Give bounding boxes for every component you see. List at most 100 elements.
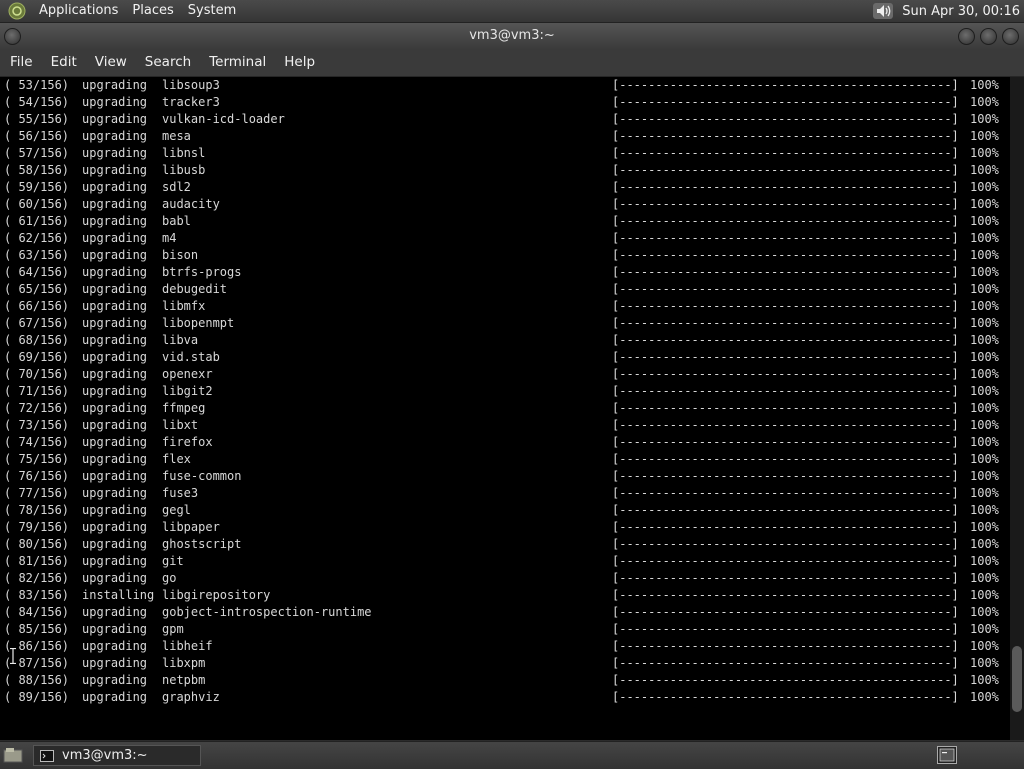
progress-count: ( 69/156)	[4, 350, 70, 364]
progress-count: ( 67/156)	[4, 316, 70, 330]
menu-terminal[interactable]: Terminal	[199, 49, 274, 76]
menu-file[interactable]: File	[0, 49, 41, 76]
progress-percent: 100%	[970, 282, 999, 296]
progress-bar-text: [---------------------------------------…	[612, 282, 959, 296]
package-name: libheif	[162, 639, 213, 653]
terminal-line: ( 56/156) upgrading mesa [-----------------…	[4, 128, 1008, 145]
close-icon[interactable]	[1002, 28, 1019, 45]
package-name: libusb	[162, 163, 206, 177]
scrollbar-thumb[interactable]	[1012, 646, 1022, 712]
package-name: libxpm	[162, 656, 206, 670]
progress-percent: 100%	[970, 656, 999, 670]
progress-bar-text: [---------------------------------------…	[612, 248, 959, 262]
progress-action: upgrading	[82, 486, 148, 500]
menu-edit[interactable]: Edit	[41, 49, 85, 76]
progress-bar-text: [---------------------------------------…	[612, 469, 959, 483]
progress-count: ( 61/156)	[4, 214, 70, 228]
progress-action: upgrading	[82, 622, 148, 636]
progress-bar-text: [---------------------------------------…	[612, 112, 959, 126]
terminal-scrollbar[interactable]	[1010, 77, 1024, 740]
progress-percent: 100%	[970, 401, 999, 415]
terminal-line: ( 59/156) upgrading sdl2 [-----------------…	[4, 179, 1008, 196]
package-name: m4	[162, 231, 177, 245]
progress-percent: 100%	[970, 690, 999, 704]
taskbar-terminal-button[interactable]: vm3@vm3:~	[33, 745, 201, 766]
terminal-line: ( 80/156) upgrading ghostscript [----------…	[4, 536, 1008, 553]
progress-action: upgrading	[82, 129, 148, 143]
progress-count: ( 57/156)	[4, 146, 70, 160]
progress-count: ( 65/156)	[4, 282, 70, 296]
progress-count: ( 56/156)	[4, 129, 70, 143]
package-name: vulkan-icd-loader	[162, 112, 285, 126]
terminal-line: ( 57/156) upgrading libnsl [---------------…	[4, 145, 1008, 162]
terminal-line: ( 83/156) installing libgirepository [-----…	[4, 587, 1008, 604]
minimize-icon[interactable]	[958, 28, 975, 45]
progress-action: upgrading	[82, 639, 148, 653]
progress-action: upgrading	[82, 214, 148, 228]
terminal-output[interactable]: ( 53/156) upgrading libsoup3 [-------------…	[0, 77, 1024, 740]
progress-bar-text: [---------------------------------------…	[612, 95, 959, 109]
terminal-line: ( 65/156) upgrading debugedit [------------…	[4, 281, 1008, 298]
package-name: git	[162, 554, 184, 568]
package-name: debugedit	[162, 282, 228, 296]
progress-bar-text: [---------------------------------------…	[612, 690, 959, 704]
package-name: mesa	[162, 129, 191, 143]
progress-count: ( 88/156)	[4, 673, 70, 687]
progress-action: upgrading	[82, 401, 148, 415]
package-name: btrfs-progs	[162, 265, 242, 279]
progress-count: ( 74/156)	[4, 435, 70, 449]
progress-count: ( 77/156)	[4, 486, 70, 500]
window-titlebar[interactable]: vm3@vm3:~	[0, 23, 1024, 49]
package-name: openexr	[162, 367, 213, 381]
progress-percent: 100%	[970, 333, 999, 347]
progress-count: ( 62/156)	[4, 231, 70, 245]
terminal-line: ( 87/156) upgrading libxpm [---------------…	[4, 655, 1008, 672]
places-menu[interactable]: Places	[125, 0, 180, 22]
progress-count: ( 60/156)	[4, 197, 70, 211]
maximize-icon[interactable]	[980, 28, 997, 45]
progress-action: upgrading	[82, 452, 148, 466]
terminal-line: ( 54/156) upgrading tracker3 [-------------…	[4, 94, 1008, 111]
terminal-line: ( 69/156) upgrading vid.stab [-------------…	[4, 349, 1008, 366]
terminal-line: ( 68/156) upgrading libva [----------------…	[4, 332, 1008, 349]
progress-percent: 100%	[970, 163, 999, 177]
terminal-menubar: File Edit View Search Terminal Help	[0, 49, 1024, 77]
applications-menu[interactable]: Applications	[32, 0, 125, 22]
show-desktop-icon[interactable]	[3, 746, 23, 764]
progress-action: upgrading	[82, 180, 148, 194]
gnome-foot-icon[interactable]	[8, 2, 26, 20]
menu-search[interactable]: Search	[135, 49, 199, 76]
progress-bar-text: [---------------------------------------…	[612, 418, 959, 432]
terminal-line: ( 67/156) upgrading libopenmpt [-----------…	[4, 315, 1008, 332]
volume-icon[interactable]	[872, 1, 894, 21]
menu-view[interactable]: View	[85, 49, 135, 76]
system-menu[interactable]: System	[181, 0, 243, 22]
progress-bar-text: [---------------------------------------…	[612, 571, 959, 585]
progress-bar-text: [---------------------------------------…	[612, 367, 959, 381]
menu-help[interactable]: Help	[274, 49, 323, 76]
top-panel: Applications Places System Sun Apr 30, 0…	[0, 0, 1024, 23]
package-name: netpbm	[162, 673, 206, 687]
package-name: fuse-common	[162, 469, 242, 483]
clock[interactable]: Sun Apr 30, 00:16	[902, 4, 1024, 19]
progress-percent: 100%	[970, 197, 999, 211]
terminal-line: ( 77/156) upgrading fuse3 [----------------…	[4, 485, 1008, 502]
progress-count: ( 75/156)	[4, 452, 70, 466]
progress-percent: 100%	[970, 231, 999, 245]
progress-action: upgrading	[82, 197, 148, 211]
progress-count: ( 79/156)	[4, 520, 70, 534]
package-name: sdl2	[162, 180, 191, 194]
workspace-switcher-icon[interactable]	[937, 746, 957, 764]
terminal-line: ( 73/156) upgrading libxt [----------------…	[4, 417, 1008, 434]
progress-count: ( 80/156)	[4, 537, 70, 551]
progress-percent: 100%	[970, 469, 999, 483]
progress-bar-text: [---------------------------------------…	[612, 350, 959, 364]
progress-action: upgrading	[82, 469, 148, 483]
package-name: libnsl	[162, 146, 206, 160]
terminal-line: ( 71/156) upgrading libgit2 [--------------…	[4, 383, 1008, 400]
terminal-line: ( 85/156) upgrading gpm [------------------…	[4, 621, 1008, 638]
package-name: gobject-introspection-runtime	[162, 605, 372, 619]
progress-count: ( 82/156)	[4, 571, 70, 585]
progress-bar-text: [---------------------------------------…	[612, 265, 959, 279]
progress-bar-text: [---------------------------------------…	[612, 673, 959, 687]
